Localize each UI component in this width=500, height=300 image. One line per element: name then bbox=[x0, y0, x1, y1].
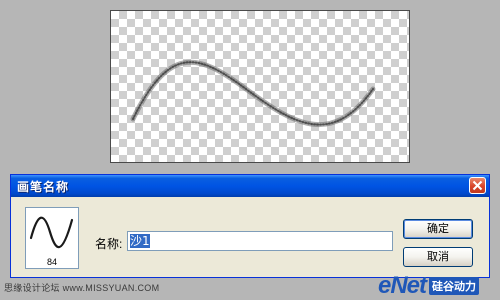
ok-button[interactable]: 确定 bbox=[403, 219, 473, 239]
enet-tag: 硅谷动力 bbox=[429, 277, 480, 295]
close-button[interactable] bbox=[469, 177, 486, 194]
brush-size-label: 84 bbox=[46, 257, 57, 267]
close-icon bbox=[472, 180, 483, 191]
dialog-title: 画笔名称 bbox=[17, 180, 70, 194]
enet-logo-text: eNet bbox=[378, 272, 427, 299]
watermark-enet: eNet 硅谷动力 bbox=[378, 272, 480, 299]
brush-name-input[interactable]: 沙1 bbox=[127, 231, 393, 251]
brush-name-value: 沙1 bbox=[130, 234, 150, 248]
brush-name-dialog: 画笔名称 84 名称: 沙1 确定 取消 bbox=[10, 174, 490, 278]
name-label: 名称: bbox=[95, 237, 123, 251]
cancel-button[interactable]: 取消 bbox=[403, 247, 473, 267]
brush-stroke-preview-icon bbox=[29, 216, 74, 249]
photoshop-workspace: 画笔名称 84 名称: 沙1 确定 取消 思缘设计论坛 www.MISSYUAN… bbox=[0, 0, 500, 300]
brush-stroke-drawing bbox=[130, 59, 376, 128]
document-canvas[interactable] bbox=[110, 10, 410, 163]
dialog-titlebar[interactable]: 画笔名称 bbox=[11, 175, 489, 197]
brush-preview: 84 bbox=[25, 207, 79, 269]
watermark-missyuan: 思缘设计论坛 www.MISSYUAN.COM bbox=[4, 283, 160, 293]
